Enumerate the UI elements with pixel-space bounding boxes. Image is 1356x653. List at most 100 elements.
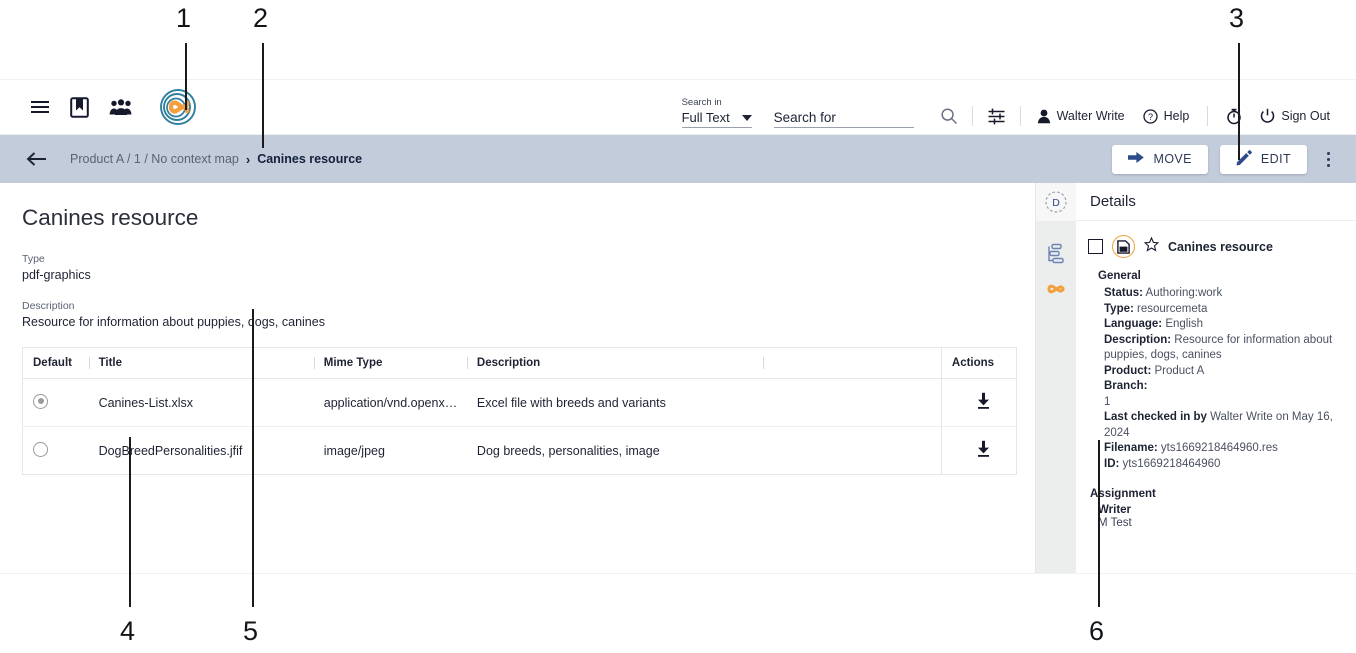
callout-number-3: 3 — [1229, 3, 1245, 33]
cell-actions — [940, 426, 1017, 475]
callout-line-6 — [1098, 440, 1100, 607]
cell-extra — [763, 427, 941, 475]
table-row[interactable]: DogBreedPersonalities.jfif image/jpeg Do… — [23, 426, 1017, 475]
detail-status-value: Authoring:work — [1145, 287, 1223, 299]
cell-extra — [763, 378, 942, 427]
callout-number-6: 6 — [1089, 616, 1105, 646]
breadcrumb-path[interactable]: Product A / 1 / No context map — [70, 152, 239, 166]
details-general-title: General — [1098, 270, 1141, 282]
callout-number-5: 5 — [243, 616, 259, 646]
detail-language: Language: English — [1104, 317, 1340, 333]
app-logo[interactable] — [157, 88, 199, 126]
menu-icon[interactable] — [30, 99, 50, 115]
main-panel: Canines resource Type pdf-graphics Descr… — [0, 183, 1035, 573]
account-divider — [1207, 106, 1209, 126]
callout-number-4: 4 — [120, 616, 136, 646]
more-actions-icon[interactable] — [1319, 148, 1338, 171]
top-toolbar: Search in Full Text Search for Walter Wr… — [0, 80, 1356, 135]
details-general-list: Status: Authoring:work Type: resourcemet… — [1104, 286, 1356, 472]
callout-number-1: 1 — [176, 3, 192, 33]
callout-line-3 — [1238, 43, 1240, 160]
details-assignment-title: Assignment — [1090, 488, 1156, 500]
toolbar-divider-2 — [1019, 106, 1021, 126]
select-checkbox[interactable] — [1088, 239, 1103, 254]
detail-type: Type: resourcemeta — [1104, 302, 1340, 318]
cell-default — [22, 378, 89, 427]
cell-title[interactable]: Canines-List.xlsx — [88, 378, 314, 427]
detail-type-key: Type: — [1104, 302, 1134, 315]
edit-button[interactable]: EDIT — [1219, 144, 1307, 174]
table-header-row: Default Title Mime Type Description Acti… — [22, 347, 1017, 379]
star-outline-icon[interactable] — [1143, 236, 1160, 257]
move-button[interactable]: MOVE — [1111, 144, 1208, 174]
toolbar-right: Search in Full Text Search for Walter Wr… — [681, 80, 1356, 134]
move-button-label: MOVE — [1153, 152, 1192, 166]
details-panel: D Details Canines resource General Statu… — [1035, 183, 1356, 573]
column-mime-type[interactable]: Mime Type — [313, 347, 467, 379]
details-resource-name: Canines resource — [1168, 239, 1273, 254]
detail-branch-key: Branch: — [1104, 380, 1148, 392]
details-body: Details Canines resource General Status:… — [1076, 183, 1356, 573]
bookmark-icon[interactable] — [70, 96, 89, 118]
search-input[interactable]: Search for — [773, 110, 914, 128]
toolbar-tools — [940, 106, 1021, 128]
cell-description: Excel file with breeds and variants — [466, 378, 764, 427]
assignment-role: Writer — [1098, 504, 1132, 516]
details-header: Details — [1076, 183, 1356, 221]
search-scope: Search in Full Text — [681, 96, 752, 128]
detail-product-key: Product: — [1104, 364, 1152, 377]
default-radio[interactable] — [33, 441, 48, 457]
default-radio-selected[interactable] — [33, 393, 48, 409]
detail-filename: Filename: yts1669218464960.res — [1104, 441, 1340, 457]
people-icon[interactable] — [109, 98, 133, 116]
download-icon[interactable] — [975, 392, 992, 410]
field-description-label: Description — [22, 300, 75, 312]
column-extra[interactable] — [763, 347, 942, 379]
detail-filename-key: Filename: — [1104, 442, 1158, 454]
files-table: Default Title Mime Type Description Acti… — [22, 347, 1017, 475]
column-title[interactable]: Title — [88, 347, 314, 379]
sign-out-label: Sign Out — [1281, 109, 1330, 123]
column-description[interactable]: Description — [466, 347, 764, 379]
cell-default — [23, 427, 89, 475]
search-icon[interactable] — [940, 107, 958, 125]
search-scope-select[interactable]: Full Text — [681, 110, 752, 128]
table-row[interactable]: Canines-List.xlsx application/vnd.openx…… — [22, 378, 1017, 427]
cell-mime-type: application/vnd.openx… — [313, 378, 467, 427]
sign-out-button[interactable]: Sign Out — [1260, 108, 1330, 124]
help-link[interactable]: ? Help — [1142, 108, 1189, 124]
breadcrumb-bar: Product A / 1 / No context map › Canines… — [0, 135, 1356, 183]
user-account[interactable]: Walter Write — [1037, 109, 1125, 124]
details-rail: D — [1036, 183, 1076, 573]
detail-last-checked-in-key: Last checked in by — [1104, 411, 1207, 423]
detail-description: Description: Resource for information ab… — [1104, 333, 1340, 364]
toolbar-icon-group — [30, 88, 199, 126]
arrow-right-icon — [1127, 151, 1145, 167]
details-tab-icon[interactable]: D — [1036, 183, 1076, 221]
filter-settings-icon[interactable] — [987, 107, 1006, 126]
cell-title[interactable]: DogBreedPersonalities.jfif — [89, 427, 314, 475]
hierarchy-tree-icon[interactable] — [1045, 243, 1067, 265]
callout-number-2: 2 — [253, 3, 269, 33]
account-group: Walter Write ? Help Sign Out — [1037, 106, 1330, 128]
screenshot-root: Search in Full Text Search for Walter Wr… — [0, 0, 1356, 653]
detail-product-value: Product A — [1154, 364, 1205, 377]
detail-id: ID: yts1669218464960 — [1104, 457, 1340, 473]
download-icon[interactable] — [975, 440, 992, 458]
cell-actions — [940, 378, 1017, 427]
search-in-label: Search in — [681, 96, 722, 108]
search-input-placeholder: Search for — [773, 110, 836, 125]
back-arrow-icon[interactable] — [26, 151, 48, 167]
detail-id-key: ID: — [1104, 457, 1120, 470]
detail-id-value: yts1669218464960 — [1122, 457, 1221, 470]
detail-description-key: Description: — [1104, 333, 1172, 346]
links-icon[interactable] — [1045, 283, 1067, 295]
chevron-down-icon — [741, 114, 752, 121]
callout-line-1 — [185, 43, 187, 110]
column-default[interactable]: Default — [22, 347, 89, 379]
detail-status: Status: Authoring:work — [1104, 286, 1340, 302]
assignment-value: M Test — [1098, 517, 1132, 529]
breadcrumb-current: Canines resource — [257, 152, 363, 166]
field-type-value: pdf-graphics — [22, 268, 91, 282]
document-icon — [1112, 235, 1135, 258]
